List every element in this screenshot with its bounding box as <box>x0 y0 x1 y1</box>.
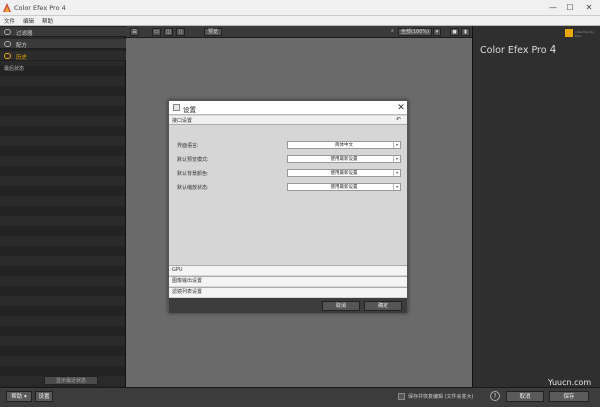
menu-edit[interactable]: 编辑 <box>23 17 34 25</box>
nik-logo-icon <box>565 29 573 37</box>
menu-file[interactable]: 文件 <box>4 17 15 25</box>
dialog-title-bar: 设置 <box>169 101 407 115</box>
cancel-button[interactable]: 取消 <box>506 391 544 402</box>
filter-icon <box>4 29 11 35</box>
help-icon[interactable]: ? <box>490 391 500 401</box>
language-label: 界面语言: <box>177 143 199 149</box>
title-bar: Color Efex Pro 4 — ☐ ✕ <box>0 0 600 16</box>
recipes-label: 配方 <box>16 42 28 49</box>
chevron-down-icon: ▾ <box>393 184 400 190</box>
menu-bar: 文件 编辑 帮助 <box>0 16 600 26</box>
settings-button[interactable]: 设置 <box>35 391 53 402</box>
save-button[interactable]: 保存 <box>549 391 589 402</box>
chevron-down-icon: ▾ <box>393 142 400 148</box>
chevron-down-icon: ▾ <box>393 170 400 176</box>
interface-settings-header[interactable]: 接口设置 ↶ <box>169 116 407 125</box>
reset-icon[interactable]: ↶ <box>396 116 401 123</box>
dialog-title: 设置 <box>183 106 196 114</box>
history-icon <box>4 53 11 59</box>
dialog-ok-button[interactable]: 确定 <box>364 301 402 311</box>
background-color-value: 使用最新设置 <box>330 171 358 176</box>
product-version: 4 <box>549 44 557 56</box>
toolbar: ☰ ▭ ◫ ▯ 预览 ⌕ 全部(100%) ▾ ● ▮ <box>126 26 472 38</box>
preview-button[interactable]: 预览 <box>204 28 222 36</box>
zoom-state-label: 默认缩放状态: <box>177 185 209 191</box>
background-color-icon[interactable]: ● <box>450 28 459 36</box>
zoom-state-value: 使用最新设置 <box>330 185 358 190</box>
save-restore-label: 保存并恢复编辑 (文件会变大) <box>408 394 474 400</box>
zoom-select[interactable]: 全部(100%) <box>398 28 432 36</box>
last-saved-state[interactable]: 最后状态 <box>0 65 24 72</box>
right-panel <box>472 26 600 387</box>
background-color-select[interactable]: 使用最新设置 ▾ <box>287 169 401 177</box>
background-color-label: 默认背景颜色: <box>177 171 209 177</box>
preview-mode-value: 使用最新设置 <box>330 157 358 162</box>
show-saved-state-button[interactable]: 显示最近状态 <box>44 376 98 385</box>
gpu-section[interactable]: GPU <box>169 265 407 275</box>
split-view-icon[interactable]: ◫ <box>164 28 173 36</box>
recipe-icon <box>4 41 11 47</box>
filter-list-section[interactable]: 滤镜列表设置 <box>169 287 407 297</box>
image-output-section[interactable]: 图像输出设置 <box>169 276 407 286</box>
watermark: Yuucn.com <box>548 378 592 387</box>
chevron-down-icon: ▾ <box>393 156 400 162</box>
minimize-button[interactable]: — <box>546 2 560 13</box>
zoom-icon: ⌕ <box>391 28 394 34</box>
history-section[interactable]: 历史 <box>0 51 126 61</box>
interface-settings-label: 接口设置 <box>172 118 193 124</box>
history-label: 历史 <box>16 54 28 61</box>
preview-mode-select[interactable]: 使用最新设置 ▾ <box>287 155 401 163</box>
save-restore-checkbox[interactable] <box>398 393 405 400</box>
app-logo-icon <box>3 3 11 12</box>
help-menu-button[interactable]: 帮助 ▾ <box>6 391 32 402</box>
language-select[interactable]: 简体中文 ▾ <box>287 141 401 149</box>
settings-dialog: 设置 ✕ 接口设置 ↶ 界面语言: 简体中文 ▾ 默认预览模式: 使用最新设置 ▾ … <box>168 100 408 313</box>
maximize-button[interactable]: ☐ <box>563 2 577 13</box>
panel-toggle-icon[interactable]: ☰ <box>130 28 139 36</box>
loupe-icon[interactable]: ▮ <box>461 28 470 36</box>
product-name: Color Efex Pro 4 <box>480 44 556 56</box>
preview-mode-label: 默认预览模式: <box>177 157 209 163</box>
logo-text: collection by DxO <box>575 30 595 38</box>
language-value: 简体中文 <box>335 143 353 148</box>
dialog-close-icon[interactable]: ✕ <box>396 102 406 114</box>
left-panel <box>0 26 126 387</box>
recipes-section[interactable]: 配方 <box>0 39 126 49</box>
single-view-icon[interactable]: ▭ <box>152 28 161 36</box>
zoom-state-select[interactable]: 使用最新设置 ▾ <box>287 183 401 191</box>
close-window-button[interactable]: ✕ <box>582 2 596 13</box>
dialog-cancel-button[interactable]: 取消 <box>322 301 360 311</box>
menu-help[interactable]: 帮助 <box>42 17 53 25</box>
side-by-side-view-icon[interactable]: ▯ <box>176 28 185 36</box>
settings-icon <box>173 104 180 111</box>
window-title: Color Efex Pro 4 <box>14 4 66 12</box>
filters-label: 过滤器 <box>16 30 33 37</box>
product-name-text: Color Efex Pro <box>480 45 547 56</box>
zoom-dropdown-icon[interactable]: ▾ <box>433 28 441 36</box>
filters-section[interactable]: 过滤器 <box>0 27 126 37</box>
